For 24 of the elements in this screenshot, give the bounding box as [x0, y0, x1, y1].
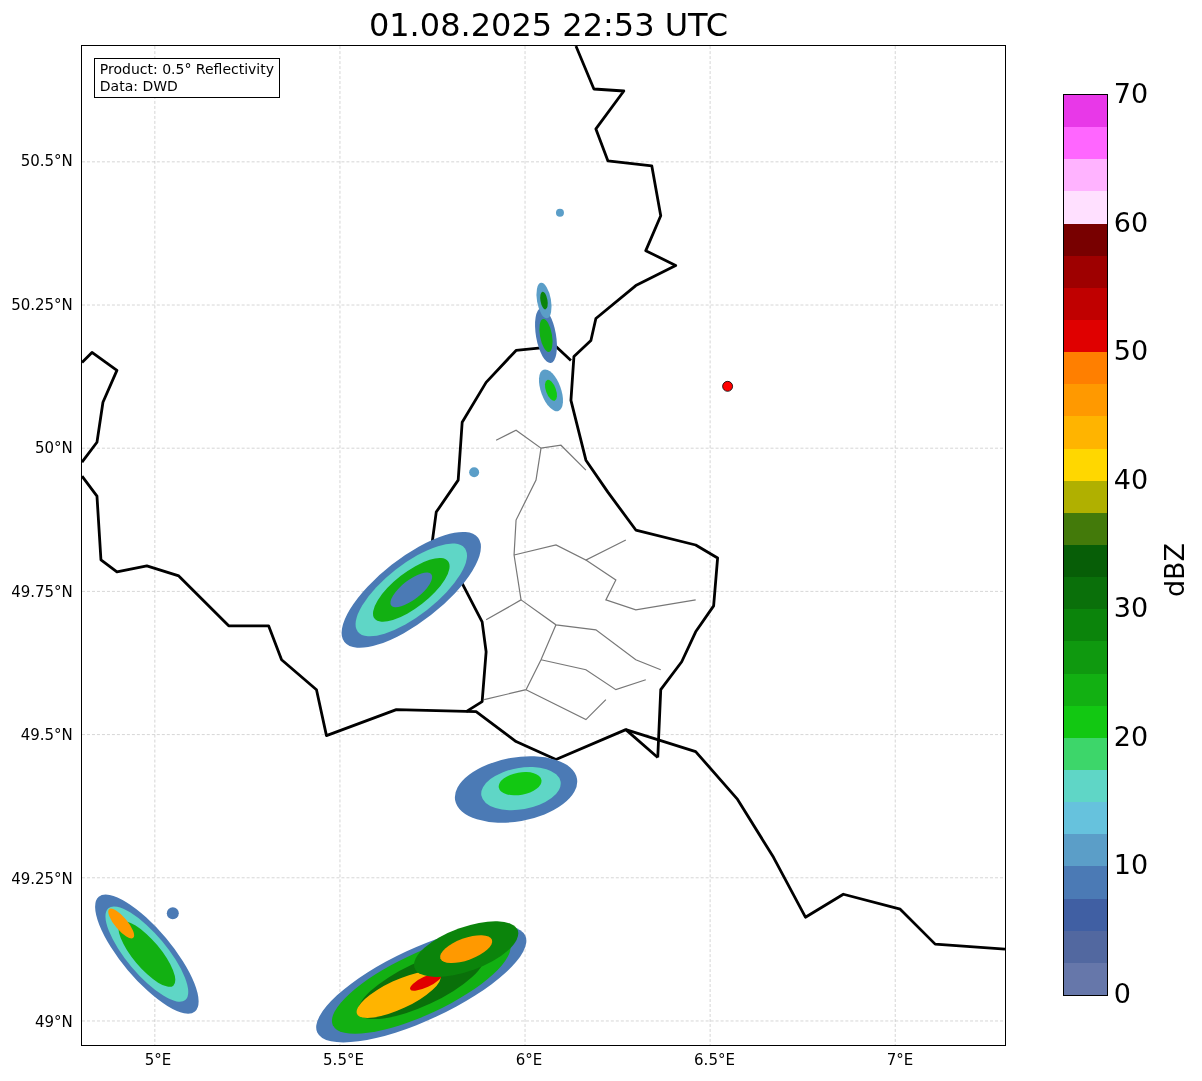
latitude-tick-label: 49.75°N	[11, 582, 73, 601]
colorbar-tick-label: 30	[1113, 593, 1149, 624]
longitude-tick-label: 6°E	[515, 1051, 543, 1069]
colorbar-label: dBZ	[1159, 542, 1190, 598]
colorbar-tick-label: 10	[1113, 850, 1149, 881]
colorbar-tick-label: 0	[1113, 979, 1131, 1009]
chart-title: 01.08.2025 22:53 UTC	[368, 5, 729, 45]
latitude-tick-label: 49.5°N	[20, 726, 73, 744]
latitude-tick-label: 50.25°N	[11, 295, 73, 314]
colorbar-tick-label: 70	[1113, 79, 1149, 109]
latitude-tick-label: 50.5°N	[20, 152, 73, 170]
latitude-tick-label: 50°N	[35, 439, 73, 457]
longitude-tick-label: 5.5°E	[323, 1051, 364, 1069]
longitude-tick-label: 5°E	[144, 1051, 172, 1069]
colorbar-tick-label: 40	[1113, 464, 1149, 495]
latitude-tick-label: 49°N	[35, 1013, 73, 1031]
colorbar-tick-label: 50	[1113, 336, 1149, 367]
colorbar-tick-label: 60	[1113, 207, 1149, 238]
longitude-tick-label: 7°E	[886, 1051, 914, 1069]
longitude-tick-label: 6.5°E	[694, 1051, 735, 1069]
legend-text: Product: 0.5° Reflectivity	[99, 61, 275, 78]
latitude-tick-label: 49.25°N	[11, 869, 73, 888]
legend-text: Data: DWD	[99, 78, 179, 95]
colorbar-tick-label: 20	[1113, 721, 1149, 752]
